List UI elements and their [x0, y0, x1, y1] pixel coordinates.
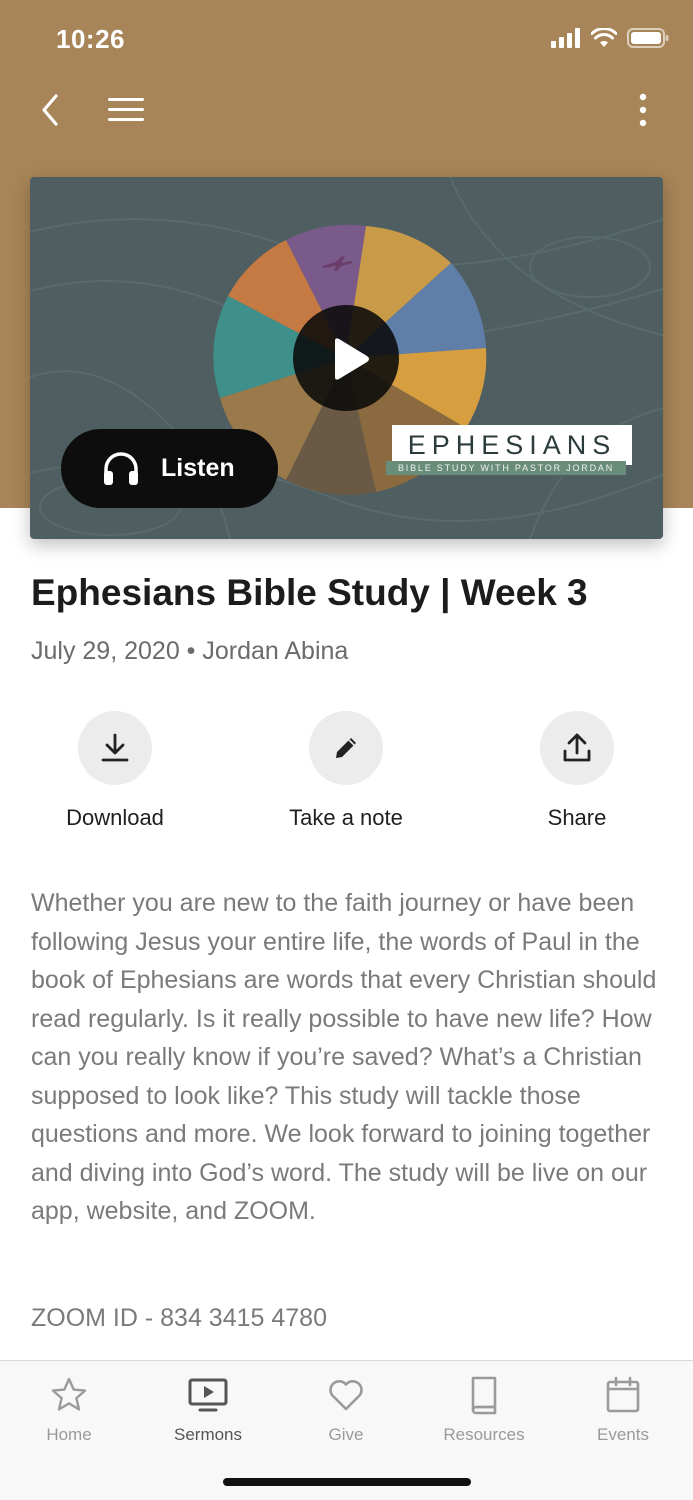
tab-resources-label: Resources: [443, 1425, 525, 1444]
download-icon: [101, 733, 129, 762]
tab-events[interactable]: Events: [554, 1375, 692, 1445]
vertical-dots-icon: [639, 93, 647, 127]
download-label: Download: [66, 805, 164, 830]
share-icon: [563, 733, 591, 762]
download-button[interactable]: Download: [25, 711, 205, 841]
tab-sermons[interactable]: Sermons: [139, 1375, 277, 1445]
tv-play-icon: [188, 1378, 228, 1412]
calendar-icon: [606, 1376, 640, 1413]
hamburger-icon: [108, 98, 144, 121]
sermon-meta: July 29, 2020 • Jordan Abina: [31, 637, 349, 665]
home-indicator[interactable]: [223, 1478, 471, 1486]
status-time: 10:26: [56, 24, 125, 54]
back-button[interactable]: [32, 90, 72, 130]
sermon-artwork[interactable]: EPHESIANS BIBLE STUDY WITH PASTOR JORDAN…: [30, 177, 663, 539]
menu-button[interactable]: [104, 92, 148, 128]
sermon-title: Ephesians Bible Study | Week 3: [31, 572, 588, 613]
artwork-title-plate: EPHESIANS: [392, 425, 632, 465]
chevron-left-icon: [42, 94, 58, 126]
share-label: Share: [547, 805, 607, 830]
star-icon: [51, 1377, 87, 1411]
tab-home-label: Home: [46, 1425, 92, 1444]
status-bar: 10:26: [0, 0, 693, 78]
listen-label: Listen: [161, 454, 235, 482]
artwork-title: EPHESIANS: [407, 429, 617, 460]
cellular-signal-icon: [551, 28, 580, 48]
play-icon: [335, 338, 369, 380]
more-options-button[interactable]: [631, 90, 655, 134]
take-note-button[interactable]: Take a note: [256, 711, 436, 841]
tab-home[interactable]: Home: [0, 1375, 138, 1445]
take-note-label: Take a note: [289, 805, 403, 830]
play-button[interactable]: [293, 305, 399, 411]
wifi-icon: [591, 28, 617, 47]
heart-icon: [329, 1380, 363, 1411]
share-button[interactable]: Share: [487, 711, 667, 841]
tab-give-label: Give: [328, 1425, 364, 1444]
zoom-id: ZOOM ID - 834 3415 4780: [31, 1304, 327, 1332]
nav-bar: [0, 78, 693, 142]
status-icons: [551, 28, 669, 48]
take-note-circle: [309, 711, 383, 785]
tab-give[interactable]: Give: [277, 1375, 415, 1445]
listen-button[interactable]: Listen: [61, 429, 278, 508]
tab-events-label: Events: [597, 1425, 649, 1444]
sermon-description: Whether you are new to the faith journey…: [31, 889, 657, 1225]
pencil-icon: [336, 738, 356, 758]
artwork-subtitle: BIBLE STUDY WITH PASTOR JORDAN: [397, 463, 615, 473]
share-circle: [540, 711, 614, 785]
headphones-icon: [104, 451, 138, 485]
book-icon: [471, 1376, 497, 1415]
tab-resources[interactable]: Resources: [415, 1375, 553, 1445]
artwork-subtitle-plate: BIBLE STUDY WITH PASTOR JORDAN: [386, 461, 626, 475]
battery-icon: [627, 28, 669, 48]
download-circle: [78, 711, 152, 785]
tab-sermons-label: Sermons: [173, 1425, 243, 1444]
